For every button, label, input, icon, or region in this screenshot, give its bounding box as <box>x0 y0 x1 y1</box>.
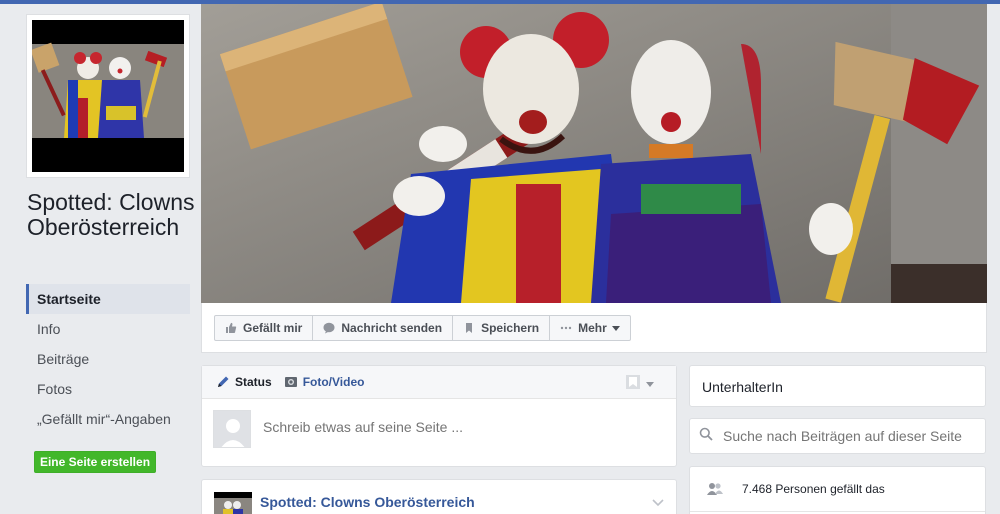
send-message-label: Nachricht senden <box>341 321 443 335</box>
profile-image <box>32 20 184 172</box>
search-icon <box>699 427 713 446</box>
chat-bubble-icon <box>323 322 335 334</box>
page-category: UnterhalterIn <box>689 365 986 407</box>
tab-photo-video[interactable]: Foto/Video <box>284 375 365 389</box>
likes-count-text[interactable]: 7.468 Personen gefällt das <box>742 482 885 496</box>
create-page-button[interactable]: Eine Seite erstellen <box>34 451 156 473</box>
post-avatar[interactable] <box>214 492 252 514</box>
feed-post: Spotted: Clowns Oberösterreich <box>201 479 677 514</box>
caret-down-icon <box>646 382 654 387</box>
chevron-down-icon[interactable] <box>652 494 664 512</box>
action-bar: Gefällt mir Nachricht senden Speichern M… <box>201 303 987 353</box>
profile-picture[interactable] <box>26 14 190 178</box>
like-button-label: Gefällt mir <box>243 321 303 335</box>
camera-icon <box>284 375 298 389</box>
tab-photo-label: Foto/Video <box>302 375 365 389</box>
like-button[interactable]: Gefällt mir <box>215 316 314 340</box>
composer-tabs: Status Foto/Video <box>202 366 676 399</box>
nav-item-likes[interactable]: „Gefällt mir“-Angaben <box>26 404 190 434</box>
audience-icon <box>625 374 641 395</box>
composer-input[interactable] <box>263 419 663 435</box>
page-nav: Startseite Info Beiträge Fotos „Gefällt … <box>26 284 190 434</box>
save-button[interactable]: Speichern <box>453 316 551 340</box>
post-author[interactable]: Spotted: Clowns Oberösterreich <box>260 494 475 510</box>
post-search-input[interactable] <box>723 428 973 444</box>
composer-body <box>202 399 676 466</box>
nav-item-beitraege[interactable]: Beiträge <box>26 344 190 374</box>
pencil-icon <box>216 375 230 389</box>
cover-photo[interactable] <box>201 4 987 303</box>
audience-selector[interactable] <box>625 374 654 395</box>
cover-image <box>201 4 987 303</box>
nav-item-startseite[interactable]: Startseite <box>26 284 190 314</box>
more-button[interactable]: Mehr <box>550 316 630 340</box>
page-title: Spotted: Clowns Oberösterreich <box>27 189 195 240</box>
nav-item-info[interactable]: Info <box>26 314 190 344</box>
avatar <box>213 410 251 448</box>
caret-down-icon <box>611 325 620 331</box>
send-message-button[interactable]: Nachricht senden <box>313 316 454 340</box>
action-button-group: Gefällt mir Nachricht senden Speichern M… <box>214 315 631 341</box>
save-button-label: Speichern <box>481 321 540 335</box>
tab-status[interactable]: Status <box>216 375 272 389</box>
more-button-label: Mehr <box>578 321 607 335</box>
ellipsis-icon <box>560 322 572 334</box>
bookmark-icon <box>463 322 475 334</box>
people-icon <box>707 482 723 496</box>
thumbs-up-icon <box>225 322 237 334</box>
likes-summary: 7.468 Personen gefällt das <box>689 466 986 514</box>
nav-item-fotos[interactable]: Fotos <box>26 374 190 404</box>
divider <box>690 511 985 512</box>
tab-status-label: Status <box>235 375 272 389</box>
post-composer: Status Foto/Video <box>201 365 677 467</box>
post-search <box>689 418 986 454</box>
